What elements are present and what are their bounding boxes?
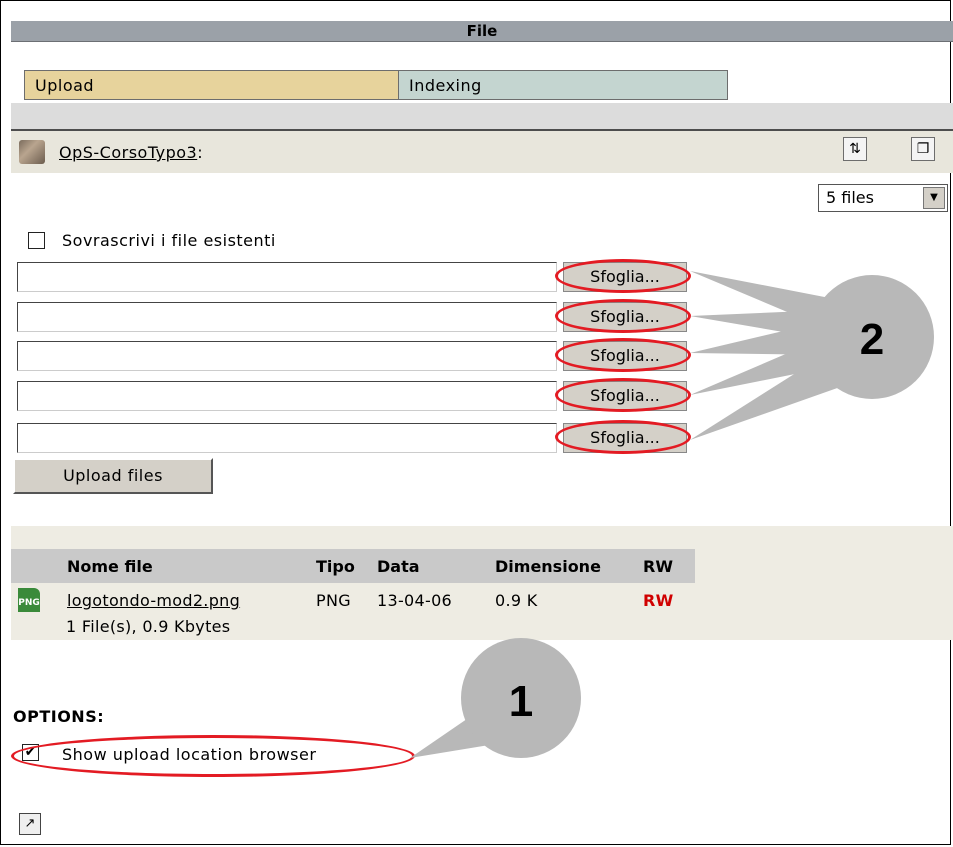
callout-number-2: 2 [860, 315, 884, 364]
callout-2: 2 [690, 271, 934, 440]
callout-number-1: 1 [509, 677, 533, 726]
callout-1: 1 [410, 638, 581, 758]
annotation-overlay: 2 1 [410, 271, 934, 758]
